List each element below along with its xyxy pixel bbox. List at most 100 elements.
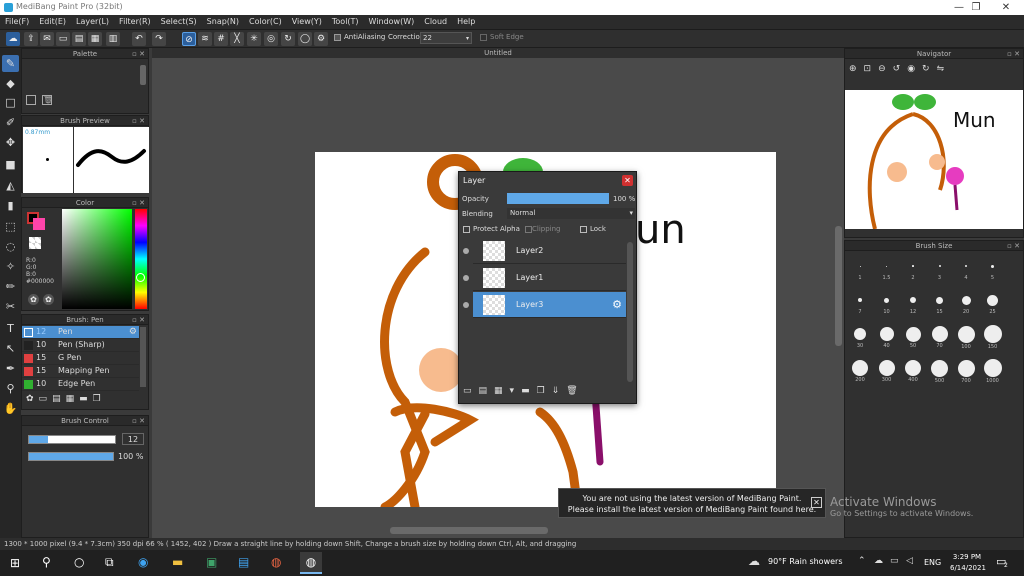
- select-tool-icon[interactable]: ⬚: [2, 218, 19, 235]
- brush-size-option[interactable]: 7: [850, 291, 870, 315]
- chrome-icon[interactable]: ◍: [271, 555, 281, 569]
- correction-select[interactable]: 22 ▾: [420, 32, 472, 44]
- snap-settings-icon[interactable]: ⚙: [314, 32, 328, 46]
- close-button[interactable]: ✕: [991, 0, 1021, 15]
- brush-list-scrollbar[interactable]: [140, 327, 146, 387]
- radial-snap-icon[interactable]: ✳: [247, 32, 261, 46]
- panel-close-icon[interactable]: ▫ ✕: [1007, 241, 1020, 251]
- new-palette-icon[interactable]: [26, 95, 36, 105]
- new-8bit-layer-icon[interactable]: ▦: [494, 386, 510, 396]
- brush-size-option[interactable]: 200: [850, 359, 870, 383]
- pen-tool-icon[interactable]: ✐: [2, 114, 19, 131]
- zoom-in-icon[interactable]: ⊕: [849, 64, 864, 74]
- grid-snap-icon[interactable]: #: [214, 32, 228, 46]
- update-notification[interactable]: You are not using the latest version of …: [558, 488, 826, 518]
- maximize-button[interactable]: ❐: [961, 0, 991, 15]
- edge-browser-icon[interactable]: ◉: [138, 555, 148, 569]
- language-indicator[interactable]: ENG: [924, 558, 941, 567]
- network-icon[interactable]: ☁: [874, 556, 883, 566]
- operation-tool-icon[interactable]: ↖: [2, 340, 19, 357]
- medibang-taskbar-icon[interactable]: ◍: [300, 552, 322, 574]
- hue-slider[interactable]: [135, 209, 147, 309]
- protect-alpha-checkbox[interactable]: [463, 226, 470, 233]
- fill-rect-tool-icon[interactable]: ■: [2, 156, 19, 173]
- hue-handle[interactable]: [136, 273, 145, 282]
- new-layer-icon[interactable]: ▭: [463, 386, 479, 396]
- text-tool-icon[interactable]: T: [2, 320, 19, 337]
- circle-snap-icon[interactable]: ◎: [264, 32, 278, 46]
- panel-close-icon[interactable]: ▫ ✕: [132, 198, 145, 208]
- brush-size-option[interactable]: 400: [903, 359, 923, 383]
- delete-layer-icon[interactable]: 🗑: [566, 386, 584, 396]
- gear-icon[interactable]: ⚙: [129, 326, 137, 338]
- lasso-tool-icon[interactable]: ◌: [2, 238, 19, 255]
- parallel-snap-icon[interactable]: ≋: [198, 32, 212, 46]
- brush-item-mapping-pen[interactable]: 15 Mapping Pen: [22, 365, 139, 378]
- windows-start-icon[interactable]: ⊞: [10, 556, 20, 570]
- edit-brush-icon[interactable]: ▦: [66, 394, 80, 404]
- menu-color[interactable]: Color(C): [244, 15, 287, 29]
- close-icon[interactable]: ✕: [811, 497, 822, 508]
- menu-window[interactable]: Window(W): [364, 15, 420, 29]
- brush-size-option[interactable]: 4: [956, 257, 976, 281]
- folder-icon[interactable]: ▬: [79, 394, 93, 404]
- brush-size-slider[interactable]: [28, 435, 116, 444]
- brush-size-option[interactable]: 12: [903, 291, 923, 315]
- layer-opacity-slider[interactable]: [507, 193, 609, 204]
- brush-size-option[interactable]: 1000: [983, 359, 1003, 384]
- cross-snap-icon[interactable]: ╳: [230, 32, 244, 46]
- cloud-icon[interactable]: ☁: [6, 32, 20, 46]
- divide-tool-icon[interactable]: ✒: [2, 360, 19, 377]
- brush-size-option[interactable]: 40: [877, 325, 897, 349]
- color-settings-icon[interactable]: ✿: [43, 294, 54, 305]
- eraser-tool-icon[interactable]: ◆: [2, 75, 19, 92]
- battery-icon[interactable]: ▭: [890, 556, 899, 566]
- brush-size-option[interactable]: 500: [930, 359, 950, 384]
- magic-wand-icon[interactable]: ✧: [2, 258, 19, 275]
- close-icon[interactable]: ✕: [622, 175, 633, 186]
- visibility-icon[interactable]: [463, 275, 469, 281]
- brush-size-option[interactable]: 1.5: [877, 257, 897, 281]
- gradient-tool-icon[interactable]: ▮: [2, 197, 19, 214]
- zoom-fit-icon[interactable]: ⊡: [864, 64, 879, 74]
- layer-row[interactable]: Layer2: [463, 238, 626, 264]
- file-explorer-icon[interactable]: ▬: [172, 555, 183, 569]
- layer-scrollbar[interactable]: [627, 242, 633, 382]
- panel-close-icon[interactable]: ▫ ✕: [132, 49, 145, 59]
- gear-icon[interactable]: ⚙: [612, 298, 622, 311]
- brush-size-option[interactable]: 100: [956, 325, 976, 350]
- brush-size-option[interactable]: 20: [956, 291, 976, 315]
- save-icon[interactable]: ▦: [88, 32, 102, 46]
- antialiasing-checkbox[interactable]: [334, 34, 341, 41]
- brush-item-pen-sharp[interactable]: 10 Pen (Sharp): [22, 339, 139, 352]
- search-icon[interactable]: ⚲: [42, 555, 51, 569]
- open-icon[interactable]: ▤: [72, 32, 86, 46]
- copy-brush-icon[interactable]: ❐: [93, 394, 106, 404]
- menu-cloud[interactable]: Cloud: [419, 15, 452, 29]
- layer-row[interactable]: Layer1: [463, 265, 626, 291]
- color-wheel-icon[interactable]: ✿: [28, 294, 39, 305]
- visibility-icon[interactable]: [463, 302, 469, 308]
- visibility-icon[interactable]: [463, 248, 469, 254]
- folder-icon[interactable]: ▬: [521, 386, 537, 396]
- brush-size-option[interactable]: 1: [850, 257, 870, 281]
- brush-size-option[interactable]: 70: [930, 325, 950, 349]
- undo-icon[interactable]: ↶: [132, 32, 146, 46]
- rectangle-tool-icon[interactable]: □: [2, 94, 19, 111]
- menu-edit[interactable]: Edit(E): [34, 15, 71, 29]
- rotate-right-icon[interactable]: ↻: [922, 64, 937, 74]
- layer-row-selected[interactable]: Layer3 ⚙: [463, 292, 626, 318]
- brush-opacity-slider[interactable]: [28, 452, 114, 461]
- chat-icon[interactable]: ✉: [40, 32, 54, 46]
- snap-off-icon[interactable]: ⊘: [182, 32, 196, 46]
- menu-tool[interactable]: Tool(T): [327, 15, 364, 29]
- redo-icon[interactable]: ↷: [152, 32, 166, 46]
- brush-size-option[interactable]: 25: [983, 291, 1003, 315]
- new-halftone-layer-icon[interactable]: ▤: [479, 386, 495, 396]
- panel-close-icon[interactable]: ▫ ✕: [132, 116, 145, 126]
- delete-palette-icon[interactable]: 🗑: [42, 95, 53, 105]
- clock[interactable]: 3:29 PM 6/14/2021: [950, 552, 986, 574]
- brush-size-option[interactable]: 15: [930, 291, 950, 315]
- menu-filter[interactable]: Filter(R): [114, 15, 156, 29]
- new-brush-icon[interactable]: ▭: [39, 394, 53, 404]
